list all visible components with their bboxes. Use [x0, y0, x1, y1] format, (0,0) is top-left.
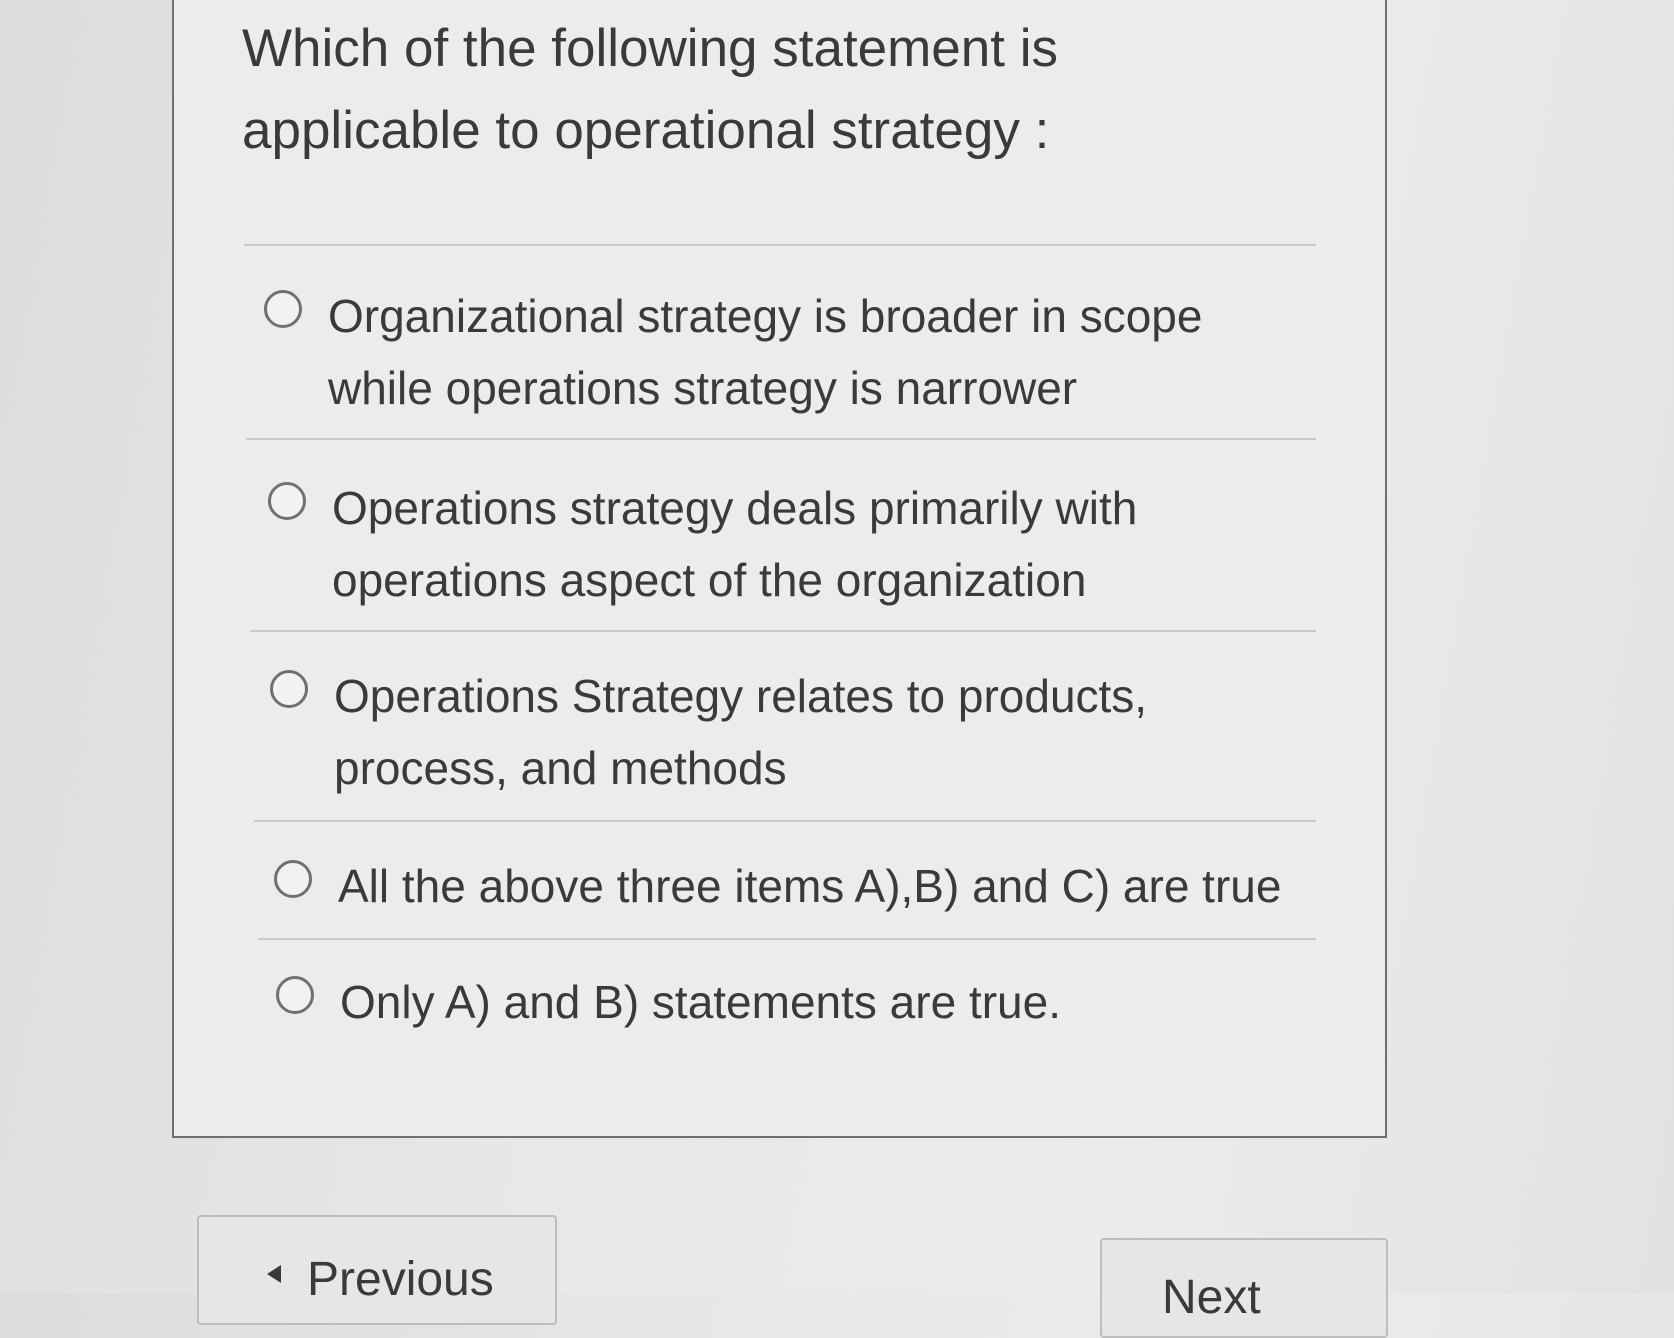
question-card: Which of the following statement is appl… [172, 0, 1387, 1138]
next-button[interactable]: Next [1100, 1238, 1388, 1338]
next-button-label: Next [1162, 1270, 1261, 1324]
option-d-label: All the above three items A),B) and C) a… [338, 860, 1282, 912]
option-divider [258, 938, 1316, 940]
option-divider [244, 244, 1316, 246]
radio-button-a[interactable] [264, 290, 302, 328]
question-text: Which of the following statement is appl… [242, 19, 1058, 160]
option-a[interactable]: Organizational strategy is broader in sc… [264, 280, 1288, 424]
option-d[interactable]: All the above three items A),B) and C) a… [274, 850, 1358, 922]
option-c-label: Operations Strategy relates to products,… [334, 670, 1148, 794]
option-e-label: Only A) and B) statements are true. [340, 976, 1061, 1028]
option-divider [246, 438, 1316, 440]
radio-button-d[interactable] [274, 860, 312, 898]
option-a-label: Organizational strategy is broader in sc… [328, 290, 1203, 414]
radio-button-e[interactable] [276, 976, 314, 1014]
option-divider [250, 630, 1316, 632]
option-b-label: Operations strategy deals primarily with… [332, 482, 1138, 606]
option-c[interactable]: Operations Strategy relates to products,… [270, 660, 1294, 804]
option-e[interactable]: Only A) and B) statements are true. [276, 966, 1300, 1038]
chevron-left-icon [267, 1265, 281, 1283]
previous-button[interactable]: Previous [197, 1215, 557, 1325]
radio-button-c[interactable] [270, 670, 308, 708]
radio-button-b[interactable] [268, 482, 306, 520]
previous-button-label: Previous [307, 1252, 494, 1306]
option-b[interactable]: Operations strategy deals primarily with… [268, 472, 1292, 616]
option-divider [254, 820, 1316, 822]
